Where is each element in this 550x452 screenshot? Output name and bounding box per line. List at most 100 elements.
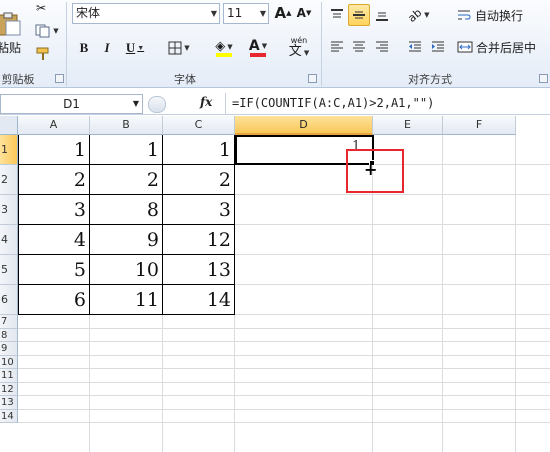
- shrink-font-icon: A: [296, 6, 306, 20]
- chevron-down-icon: ▼: [210, 9, 217, 18]
- cell-a3[interactable]: 3: [18, 195, 90, 225]
- column-header-d[interactable]: D: [235, 116, 373, 135]
- align-bottom-icon: [376, 12, 388, 21]
- cell-a2[interactable]: 2: [18, 165, 90, 195]
- cell-c2[interactable]: 2: [163, 165, 235, 195]
- alignment-dialog-launcher[interactable]: [539, 74, 548, 83]
- copy-icon: [35, 24, 50, 38]
- table-border: [18, 314, 235, 315]
- column-header-f[interactable]: F: [443, 116, 516, 135]
- font-name-value: 宋体: [76, 6, 101, 20]
- font-size-value: 11: [227, 6, 243, 20]
- font-group-label: 字体: [174, 73, 196, 86]
- cell-c3[interactable]: 3: [163, 195, 235, 225]
- copy-button[interactable]: ▼: [32, 21, 62, 41]
- font-color-button[interactable]: A ▼: [242, 36, 274, 60]
- row-header-12[interactable]: 12: [0, 382, 18, 396]
- font-color-swatch: [250, 53, 266, 57]
- name-box[interactable]: D1 ▼: [0, 94, 143, 114]
- cell-b2[interactable]: 2: [90, 165, 163, 195]
- cell-c1[interactable]: 1: [163, 135, 235, 165]
- cut-button[interactable]: ✂: [32, 0, 50, 16]
- row-header-4[interactable]: 4: [0, 225, 18, 255]
- cell-b5[interactable]: 10: [90, 255, 163, 285]
- row-header-13[interactable]: 13: [0, 396, 18, 410]
- cell-c4[interactable]: 12: [163, 225, 235, 255]
- align-center-icon: [353, 41, 365, 52]
- font-size-select[interactable]: 11 ▼: [223, 3, 269, 24]
- formula-bar-splitter[interactable]: [148, 96, 166, 113]
- cell-b4[interactable]: 9: [90, 225, 163, 255]
- cell-c6[interactable]: 14: [163, 285, 235, 315]
- column-header-c[interactable]: C: [163, 116, 235, 135]
- font-dialog-launcher[interactable]: [308, 74, 317, 83]
- clipboard-dialog-launcher[interactable]: [55, 74, 64, 83]
- italic-button[interactable]: I: [97, 37, 117, 59]
- column-header-a[interactable]: A: [18, 116, 90, 135]
- shrink-font-button[interactable]: A ▼: [294, 3, 314, 23]
- table-border: [18, 254, 235, 255]
- table-border: [162, 135, 163, 315]
- column-header-b[interactable]: B: [90, 116, 163, 135]
- row-header-11[interactable]: 11: [0, 369, 18, 383]
- align-top-button[interactable]: [326, 4, 348, 26]
- merge-center-button[interactable]: 合并后居中: [456, 36, 550, 58]
- fill-color-button[interactable]: ◈ ▼: [208, 36, 240, 60]
- row-header-10[interactable]: 10: [0, 355, 18, 369]
- table-border: [18, 194, 235, 195]
- gridline: [18, 422, 550, 423]
- chevron-down-icon: ▼: [259, 9, 266, 18]
- decrease-indent-button[interactable]: [404, 36, 426, 58]
- font-color-icon: A: [248, 38, 260, 54]
- cell-c5[interactable]: 13: [163, 255, 235, 285]
- grow-font-button[interactable]: A ▲: [273, 3, 293, 23]
- underline-button[interactable]: U ▼: [120, 37, 150, 59]
- align-center-button[interactable]: [348, 36, 370, 58]
- paste-button[interactable]: 粘贴: [0, 4, 24, 62]
- phonetic-guide-button[interactable]: wén 文 ▼: [282, 36, 316, 60]
- cell-a4[interactable]: 4: [18, 225, 90, 255]
- gridline: [18, 408, 550, 410]
- formula-input[interactable]: =IF(COUNTIF(A:C,A1)>2,A1,""): [225, 93, 550, 115]
- align-bottom-button[interactable]: [371, 4, 393, 26]
- cell-a1[interactable]: 1: [18, 135, 90, 165]
- table-border: [89, 135, 90, 315]
- bold-icon: B: [79, 40, 89, 55]
- italic-icon: I: [104, 40, 110, 55]
- increase-indent-icon: [432, 41, 444, 52]
- align-top-icon: [331, 9, 343, 18]
- select-all-corner[interactable]: [0, 116, 18, 135]
- column-header-e[interactable]: E: [373, 116, 443, 135]
- row-header-7[interactable]: 7: [0, 315, 18, 329]
- row-header-1[interactable]: 1: [0, 135, 18, 165]
- clipboard-group-label: 剪贴板: [1, 73, 35, 86]
- scissors-icon: ✂: [35, 1, 47, 15]
- table-border: [18, 164, 235, 165]
- align-middle-button[interactable]: [348, 4, 370, 26]
- borders-button[interactable]: ▼: [163, 37, 195, 59]
- cell-b1[interactable]: 1: [90, 135, 163, 165]
- align-right-icon: [376, 41, 388, 52]
- align-right-button[interactable]: [371, 36, 393, 58]
- wrap-text-button[interactable]: 自动换行: [456, 4, 532, 26]
- row-header-6[interactable]: 6: [0, 285, 18, 315]
- font-name-select[interactable]: 宋体 ▼: [72, 3, 220, 24]
- row-header-5[interactable]: 5: [0, 255, 18, 285]
- cell-b3[interactable]: 8: [90, 195, 163, 225]
- cell-a5[interactable]: 5: [18, 255, 90, 285]
- row-header-2[interactable]: 2: [0, 165, 18, 195]
- format-painter-button[interactable]: [32, 44, 54, 64]
- row-header-8[interactable]: 8: [0, 328, 18, 342]
- insert-function-icon[interactable]: fx: [200, 95, 212, 109]
- cell-b6[interactable]: 11: [90, 285, 163, 315]
- align-left-button[interactable]: [326, 36, 348, 58]
- worksheet-grid[interactable]: ABCDEF 1 2 3 4 5 6 7 8 9 10 11 12 13 14 1 1 1 2 2 2 3 8 3 4 9 12…: [0, 116, 550, 452]
- row-header-14[interactable]: 14: [0, 409, 18, 423]
- orientation-button[interactable]: ab ▼: [404, 4, 434, 26]
- bold-button[interactable]: B: [74, 37, 94, 59]
- format-painter-icon: [36, 47, 49, 60]
- cell-a6[interactable]: 6: [18, 285, 90, 315]
- increase-indent-button[interactable]: [427, 36, 449, 58]
- row-header-3[interactable]: 3: [0, 195, 18, 225]
- row-header-9[interactable]: 9: [0, 342, 18, 356]
